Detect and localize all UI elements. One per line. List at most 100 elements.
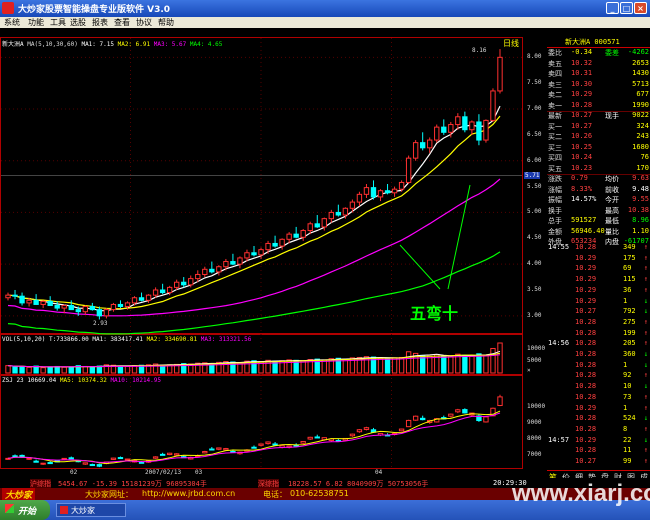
tick-row[interactable]: 10.29 1 ↑	[547, 404, 650, 414]
candle-down	[159, 289, 166, 294]
tick-row[interactable]: 14:57 10.29 22 ↓	[547, 436, 650, 446]
candle-down	[68, 304, 74, 311]
tick-row[interactable]: 10.28 275 ↑	[547, 318, 650, 328]
candle-down	[230, 261, 236, 265]
tick-row[interactable]: 10.28 73 ↑	[547, 393, 650, 403]
quote-sublabel: 前收	[605, 185, 619, 194]
window-title: 大炒家股票智能操盘专业版软件 V3.0	[18, 5, 171, 15]
quote-value2: 2653	[632, 58, 649, 67]
quote-value2: 1990	[632, 100, 649, 109]
kline-chart-svg[interactable]	[0, 37, 523, 478]
tick-row[interactable]: 14:56 10.28 205 ↑	[547, 339, 650, 349]
period-label: 日线	[503, 39, 519, 48]
tick-row[interactable]: 10.28 8 ↑	[547, 425, 650, 435]
menu-item-tools[interactable]: 工具	[50, 17, 66, 28]
tick-volume: 1	[623, 296, 628, 305]
tick-row[interactable]: 10.29 115 ↑	[547, 275, 650, 285]
tick-row[interactable]: 10.28 524 ↓	[547, 414, 650, 424]
minimize-button[interactable]: _	[606, 2, 619, 14]
quote-label: 涨跌	[548, 175, 562, 183]
candle-up	[307, 223, 313, 232]
tick-row[interactable]: 10.29 69 ↑	[547, 264, 650, 274]
quote-value2: 1430	[632, 69, 649, 77]
quote-row: 金额 56946.40 量比 1.10	[547, 227, 650, 237]
index-axis-label: 7000	[527, 451, 542, 458]
volume-bar	[391, 357, 398, 374]
index-candle-up	[61, 457, 67, 460]
quote-row: 买五 10.23 170	[547, 164, 650, 175]
date-label: 02	[70, 469, 78, 476]
date-label: 2007/02/13	[145, 469, 182, 476]
quote-value: 10.27	[571, 121, 593, 130]
tick-row[interactable]: 10.29 175 ↑	[547, 254, 650, 264]
tick-time: 14:56	[548, 339, 570, 348]
window-titlebar: 大炒家股票智能操盘专业版软件 V3.0 _ □ ×	[0, 0, 650, 17]
candle-up	[328, 211, 334, 220]
tick-row[interactable]: 14:55 10.28 349 ↑	[547, 243, 650, 253]
maximize-button[interactable]: □	[620, 2, 633, 14]
menu-item-function[interactable]: 功能	[28, 17, 44, 28]
quote-value2: 9.63	[632, 174, 649, 182]
start-button[interactable]: 开始	[0, 500, 50, 520]
index-ma-line	[7, 410, 501, 465]
ma3-label: MA3: 5.67	[153, 41, 187, 48]
menu-bar: 系统 功能 工具 选股 报表 查看 协议 帮助	[0, 17, 650, 28]
menu-item-view[interactable]: 查看	[114, 17, 130, 28]
quote-row: 卖四 10.31 1430	[547, 69, 650, 79]
site-link[interactable]: http://www.jrbd.com.cn	[142, 489, 235, 498]
tick-row[interactable]: 10.28 1 ↓	[547, 361, 650, 371]
menu-item-help[interactable]: 帮助	[158, 17, 174, 28]
volume-bar	[497, 342, 503, 374]
tick-volume: 360	[623, 350, 636, 358]
tick-row[interactable]: 10.29 36 ↑	[547, 286, 650, 296]
volume-bar	[19, 366, 25, 374]
chart-area[interactable]: 新大洲A MA(5,10,30,60) MA1: 7.15 MA2: 6.91 …	[0, 37, 545, 478]
vol-axis-label: 10000	[527, 345, 546, 352]
candle-up	[258, 249, 264, 256]
candle-up	[405, 157, 412, 183]
quote-label: 卖一	[548, 101, 562, 110]
quote-header: 新大洲A 000571	[547, 37, 650, 48]
tick-price: 10.29	[575, 275, 597, 284]
tick-row[interactable]: 10.29 1 ↓	[547, 297, 650, 307]
tick-volume: 175	[623, 253, 636, 262]
quote-value2: 1.10	[632, 226, 649, 235]
quote-value: 0.79	[571, 174, 588, 182]
quote-sublabel: 委差	[605, 49, 619, 57]
tick-row[interactable]: 10.27 99 ↑	[547, 457, 650, 467]
menu-item-system[interactable]: 系统	[4, 17, 20, 28]
tick-direction-icon: ↑	[643, 424, 648, 433]
taskbar-app-item[interactable]: 大炒家	[56, 503, 126, 517]
volume-bar	[286, 359, 292, 374]
start-label: 开始	[18, 507, 37, 517]
tick-price: 10.28	[575, 446, 597, 455]
index-candle-up	[258, 443, 264, 446]
candle-down	[209, 268, 215, 273]
tick-direction-icon: ↓	[643, 360, 648, 369]
menu-item-report[interactable]: 报表	[92, 17, 108, 28]
tick-row[interactable]: 10.27 792 ↓	[547, 307, 650, 317]
tick-row[interactable]: 10.28 92 ↑	[547, 371, 650, 381]
menu-item-select[interactable]: 选股	[70, 17, 86, 28]
tick-price: 10.28	[575, 371, 597, 380]
volume-bar	[405, 351, 412, 374]
tick-row[interactable]: 10.28 199 ↑	[547, 329, 650, 339]
volume-bar	[40, 367, 46, 374]
tick-row[interactable]: 10.28 11 ↑	[547, 446, 650, 456]
volume-bar	[384, 358, 391, 374]
tick-price: 10.29	[575, 285, 597, 294]
tick-volume: 73	[623, 392, 632, 401]
candle-down	[462, 116, 468, 131]
candle-up	[5, 294, 11, 299]
tick-row[interactable]: 10.28 360 ↓	[547, 350, 650, 360]
tick-row[interactable]: 10.28 10 ↓	[547, 382, 650, 392]
candle-up	[490, 90, 496, 121]
index-candle-up	[152, 456, 159, 459]
price-axis-label: 3.00	[527, 311, 542, 319]
volume-bar	[61, 366, 67, 374]
menu-item-agreement[interactable]: 协议	[136, 17, 152, 28]
tick-price: 10.27	[575, 307, 597, 316]
vol-ma2: MA2: 334690.81	[146, 336, 198, 343]
volume-bar	[398, 356, 405, 374]
close-button[interactable]: ×	[634, 2, 647, 14]
